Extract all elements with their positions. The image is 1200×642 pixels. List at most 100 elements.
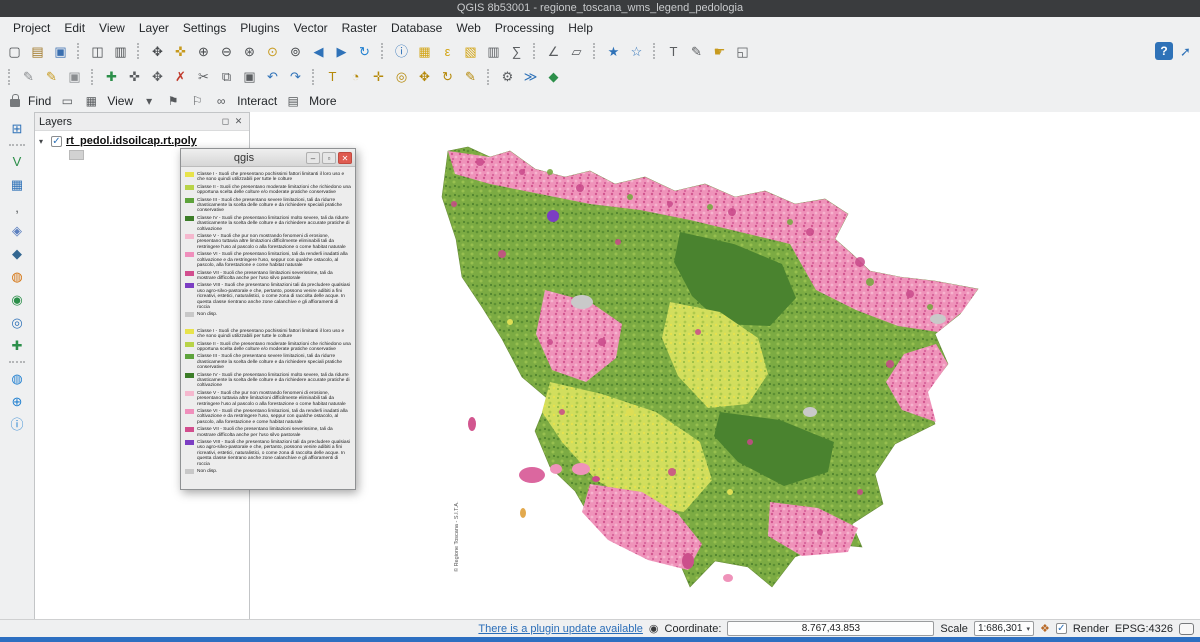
menu-raster[interactable]: Raster xyxy=(335,18,384,38)
menu-settings[interactable]: Settings xyxy=(176,18,233,38)
add-postgis-layer-icon[interactable]: ◆ xyxy=(7,243,28,264)
redo-icon[interactable]: ↷ xyxy=(285,66,306,87)
undo-icon[interactable]: ↶ xyxy=(262,66,283,87)
zoom-out-icon[interactable]: ⊖ xyxy=(216,41,237,62)
add-spatialite-layer-icon[interactable]: ◈ xyxy=(7,220,28,241)
layout-manager-icon[interactable]: ◫ xyxy=(87,41,108,62)
delete-selected-icon[interactable]: ✗ xyxy=(170,66,191,87)
add-raster-layer-icon[interactable]: ▦ xyxy=(7,174,28,195)
more-button[interactable]: More xyxy=(309,94,336,108)
text-annotation-icon[interactable]: T xyxy=(663,41,684,62)
paste-features-icon[interactable]: ▣ xyxy=(239,66,260,87)
field-calculator-icon[interactable]: ∑ xyxy=(506,41,527,62)
change-label-icon[interactable]: ✎ xyxy=(460,66,481,87)
expander-icon[interactable]: ▾ xyxy=(39,137,47,146)
plugin-manager-icon[interactable]: ◆ xyxy=(543,66,564,87)
layer-labeling-icon[interactable]: T xyxy=(322,66,343,87)
new-print-layout-icon[interactable]: ▥ xyxy=(110,41,131,62)
add-wcs-layer-icon[interactable]: ◉ xyxy=(7,289,28,310)
map-tips-icon[interactable]: ☛ xyxy=(709,41,730,62)
maximize-button[interactable]: ▫ xyxy=(322,152,336,164)
grid-view-icon[interactable]: ▦ xyxy=(83,94,99,108)
move-label-icon[interactable]: ✥ xyxy=(414,66,435,87)
menu-edit[interactable]: Edit xyxy=(57,18,92,38)
scale-combo[interactable]: 1:686,301 ▾ xyxy=(974,621,1034,636)
measure-area-icon[interactable]: ▱ xyxy=(566,41,587,62)
data-source-manager-icon[interactable]: ⊞ xyxy=(7,118,28,139)
pan-to-selection-icon[interactable]: ✜ xyxy=(170,41,191,62)
pin-b-icon[interactable]: ⚐ xyxy=(189,94,205,108)
project-save-icon[interactable]: ▣ xyxy=(50,41,71,62)
toggle-editing-icon[interactable]: ✎ xyxy=(41,66,62,87)
current-edits-icon[interactable]: ✎ xyxy=(18,66,39,87)
crs-badge[interactable]: EPSG:4326 xyxy=(1115,623,1173,635)
search-locator-icon[interactable]: ⊕ xyxy=(7,391,28,412)
add-vector-layer-icon[interactable]: V xyxy=(7,151,28,172)
python-console-icon[interactable]: ≫ xyxy=(520,66,541,87)
minimize-button[interactable]: – xyxy=(306,152,320,164)
metasearch-icon[interactable]: ⓘ xyxy=(7,414,28,435)
save-layer-edits-icon[interactable]: ▣ xyxy=(64,66,85,87)
zoom-to-layer-icon[interactable]: ⊚ xyxy=(285,41,306,62)
cut-features-icon[interactable]: ✂ xyxy=(193,66,214,87)
menu-help[interactable]: Help xyxy=(561,18,600,38)
menu-view[interactable]: View xyxy=(92,18,132,38)
measure-line-icon[interactable]: ∠ xyxy=(543,41,564,62)
pin-labels-icon[interactable]: ✛ xyxy=(368,66,389,87)
project-new-icon[interactable]: ▢ xyxy=(4,41,25,62)
panel-icon[interactable]: ▤ xyxy=(285,94,301,108)
new-shapefile-layer-icon[interactable]: ✚ xyxy=(7,335,28,356)
whats-this-icon[interactable]: ➚ xyxy=(1175,41,1196,62)
rotate-label-icon[interactable]: ↻ xyxy=(437,66,458,87)
zoom-in-icon[interactable]: ⊕ xyxy=(193,41,214,62)
pin-a-icon[interactable]: ⚑ xyxy=(165,94,181,108)
menu-layer[interactable]: Layer xyxy=(132,18,176,38)
quickmapservices-icon[interactable]: ◍ xyxy=(7,368,28,389)
help-contents-icon[interactable]: ? xyxy=(1155,42,1173,60)
layer-diagram-icon[interactable]: ◔ xyxy=(345,66,366,87)
layer-name[interactable]: rt_pedol.idsoilcap.rt.poly xyxy=(66,135,197,147)
select-features-icon[interactable]: ▦ xyxy=(414,41,435,62)
zoom-last-icon[interactable]: ◀ xyxy=(308,41,329,62)
show-bookmarks-icon[interactable]: ☆ xyxy=(626,41,647,62)
plugin-update-link[interactable]: There is a plugin update available xyxy=(478,623,643,635)
open-attribute-table-icon[interactable]: ▥ xyxy=(483,41,504,62)
add-wfs-layer-icon[interactable]: ◎ xyxy=(7,312,28,333)
menu-plugins[interactable]: Plugins xyxy=(233,18,286,38)
pan-map-icon[interactable]: ✥ xyxy=(147,41,168,62)
coordinate-input[interactable] xyxy=(727,621,934,636)
identify-features-icon[interactable]: ⓘ xyxy=(391,41,412,62)
float-panel-icon[interactable]: ◻ xyxy=(219,116,232,127)
messages-icon[interactable] xyxy=(1179,623,1194,635)
show-hide-labels-icon[interactable]: ◎ xyxy=(391,66,412,87)
crs-status-icon[interactable]: ❖ xyxy=(1040,622,1050,635)
select-by-expression-icon[interactable]: ε xyxy=(437,41,458,62)
view-button[interactable]: View xyxy=(107,94,133,108)
find-frame-icon[interactable]: ▭ xyxy=(59,94,75,108)
menu-processing[interactable]: Processing xyxy=(488,18,561,38)
add-delimited-text-icon[interactable]: , xyxy=(7,197,28,218)
close-button[interactable]: ✕ xyxy=(338,152,352,164)
project-open-icon[interactable]: ▤ xyxy=(27,41,48,62)
find-button[interactable]: Find xyxy=(28,94,51,108)
zoom-to-selection-icon[interactable]: ⊙ xyxy=(262,41,283,62)
form-annotation-icon[interactable]: ✎ xyxy=(686,41,707,62)
deselect-features-icon[interactable]: ▧ xyxy=(460,41,481,62)
copy-features-icon[interactable]: ⧉ xyxy=(216,66,237,87)
vertex-tool-icon[interactable]: ✜ xyxy=(124,66,145,87)
new-3d-map-icon[interactable]: ◱ xyxy=(732,41,753,62)
interact-button[interactable]: Interact xyxy=(237,94,277,108)
map-canvas[interactable]: © Regione Toscana - S.I.T.A. xyxy=(250,112,1200,620)
add-wms-layer-icon[interactable]: ◍ xyxy=(7,266,28,287)
plugin-icon[interactable]: ◉ xyxy=(649,622,659,635)
layer-tree-item[interactable]: ▾ ✓ rt_pedol.idsoilcap.rt.poly xyxy=(35,131,249,149)
move-feature-icon[interactable]: ✥ xyxy=(147,66,168,87)
zoom-next-icon[interactable]: ▶ xyxy=(331,41,352,62)
add-feature-icon[interactable]: ✚ xyxy=(101,66,122,87)
link-icon[interactable]: ∞ xyxy=(213,94,229,108)
legend-dialog-titlebar[interactable]: qgis – ▫ ✕ xyxy=(181,149,355,167)
close-panel-icon[interactable]: ✕ xyxy=(232,116,245,127)
menu-vector[interactable]: Vector xyxy=(287,18,335,38)
menu-project[interactable]: Project xyxy=(6,18,57,38)
render-checkbox[interactable]: ✓ xyxy=(1056,623,1067,634)
